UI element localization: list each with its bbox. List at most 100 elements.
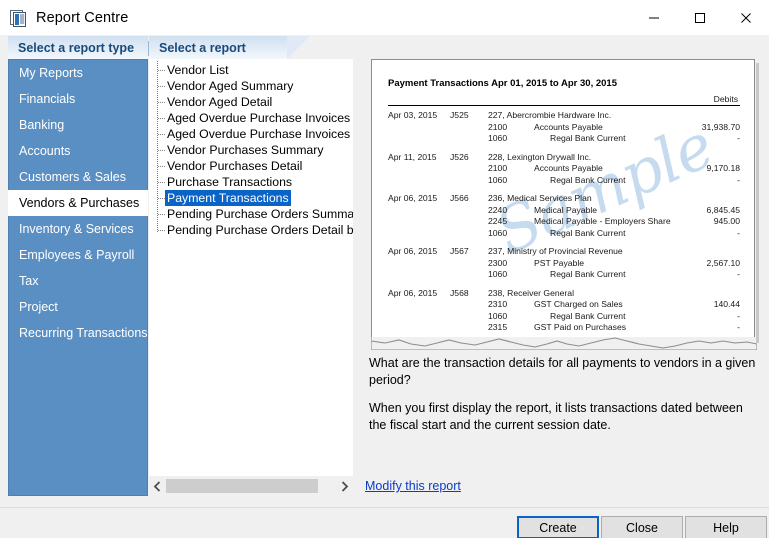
account-number: 2100	[488, 122, 534, 134]
account-name: PST Payable	[534, 258, 674, 270]
window-title: Report Centre	[36, 10, 128, 26]
transaction-header-row: Apr 03, 2015J525227, Abercrombie Hardwar…	[388, 110, 740, 122]
tree-branch-icon	[158, 182, 165, 183]
report-list-item[interactable]: Vendor Purchases Detail	[149, 158, 353, 174]
report-list-item[interactable]: Purchase Transactions	[149, 174, 353, 190]
transaction-header-row: Apr 06, 2015J567237, Ministry of Provinc…	[388, 246, 740, 258]
modify-this-report-link[interactable]: Modify this report	[365, 479, 461, 493]
transaction-block: Apr 06, 2015J567237, Ministry of Provinc…	[388, 246, 740, 281]
account-debit-amount: -	[674, 269, 740, 281]
transaction-date: Apr 06, 2015	[388, 288, 450, 300]
report-list-item[interactable]: Vendor Aged Detail	[149, 94, 353, 110]
report-list-item[interactable]: Pending Purchase Orders Summary by V	[149, 206, 353, 222]
report-transaction-list: Apr 03, 2015J525227, Abercrombie Hardwar…	[388, 110, 740, 334]
account-row-spacer	[388, 311, 488, 323]
account-line-row: 2245Medical Payable - Employers Share945…	[388, 216, 740, 228]
account-name: GST Paid on Purchases	[534, 322, 674, 334]
transaction-date: Apr 11, 2015	[388, 152, 450, 164]
sidebar-item-label: Accounts	[19, 144, 70, 158]
account-debit-amount: -	[674, 311, 740, 323]
report-tree: Vendor ListVendor Aged SummaryVendor Age…	[149, 59, 353, 238]
transaction-date: Apr 06, 2015	[388, 193, 450, 205]
sidebar-item-label: Vendors & Purchases	[19, 196, 139, 210]
header-select-report: Select a report	[149, 36, 287, 59]
transaction-vendor: 228, Lexington Drywall Inc.	[488, 152, 674, 164]
sidebar-item-accounts[interactable]: Accounts	[9, 138, 147, 164]
minimize-icon[interactable]	[631, 0, 677, 35]
sidebar-item-employees-payroll[interactable]: Employees & Payroll	[9, 242, 147, 268]
close-icon[interactable]	[723, 0, 769, 35]
help-button[interactable]: Help	[685, 516, 767, 538]
description-paragraph-1: What are the transaction details for all…	[369, 355, 759, 389]
account-row-spacer	[388, 133, 488, 145]
sidebar-item-my-reports[interactable]: My Reports	[9, 60, 147, 86]
transaction-journal-no: J525	[450, 110, 488, 122]
sidebar-item-label: Customers & Sales	[19, 170, 126, 184]
sidebar-item-banking[interactable]: Banking	[9, 112, 147, 138]
account-debit-amount: 31,938.70	[674, 122, 740, 134]
transaction-header-row: Apr 06, 2015J568238, Receiver General	[388, 288, 740, 300]
transaction-vendor: 237, Ministry of Provincial Revenue	[488, 246, 674, 258]
sidebar-item-recurring-transactions[interactable]: Recurring Transactions	[9, 320, 147, 346]
sidebar-item-project[interactable]: Project	[9, 294, 147, 320]
tree-branch-icon	[158, 118, 165, 119]
transaction-block: Apr 06, 2015J568238, Receiver General 231…	[388, 288, 740, 334]
sidebar-item-tax[interactable]: Tax	[9, 268, 147, 294]
sidebar-item-vendors-purchases[interactable]: Vendors & Purchases	[8, 190, 148, 216]
report-preview-body: Payment Transactions Apr 01, 2015 to Apr…	[372, 60, 754, 334]
transaction-header-amount-spacer	[674, 152, 740, 164]
account-debit-amount: -	[674, 175, 740, 187]
maximize-icon[interactable]	[677, 0, 723, 35]
panel-headers: Select a report type Select a report	[0, 36, 769, 59]
tree-branch-icon	[158, 70, 165, 71]
transaction-header-amount-spacer	[674, 193, 740, 205]
account-debit-amount: 945.00	[674, 216, 740, 228]
account-line-row: 1060Regal Bank Current-	[388, 175, 740, 187]
account-line-row: 1060Regal Bank Current-	[388, 133, 740, 145]
account-number: 1060	[488, 133, 534, 145]
report-list-item[interactable]: Payment Transactions	[149, 190, 353, 206]
title-bar: Report Centre	[0, 0, 769, 35]
report-type-sidebar: My ReportsFinancials Banking Accounts Custo…	[8, 59, 148, 496]
create-button[interactable]: Create	[517, 516, 599, 538]
sidebar-item-label: Project	[19, 300, 58, 314]
report-list-item[interactable]: Vendor List	[149, 62, 353, 78]
report-list-item[interactable]: Vendor Aged Summary	[149, 78, 353, 94]
account-number: 2315	[488, 322, 534, 334]
sidebar-item-label: Banking	[19, 118, 64, 132]
report-list-item[interactable]: Vendor Purchases Summary	[149, 142, 353, 158]
header-divider	[148, 41, 149, 56]
description-paragraph-2: When you first display the report, it li…	[369, 400, 759, 434]
torn-paper-edge	[371, 336, 757, 350]
tree-branch-icon	[158, 134, 165, 135]
sidebar-item-customers-sales[interactable]: Customers & Sales	[9, 164, 147, 190]
hscrollbar-thumb[interactable]	[166, 479, 318, 493]
tree-branch-icon	[158, 230, 165, 231]
button-bar: Create Close Help	[0, 508, 769, 538]
chevron-right-icon[interactable]	[336, 476, 353, 496]
sidebar-item-financials[interactable]: Financials	[9, 86, 147, 112]
account-name: Regal Bank Current	[534, 133, 674, 145]
account-line-row: 2100Accounts Payable31,938.70	[388, 122, 740, 134]
account-debit-amount: 2,567.10	[674, 258, 740, 270]
tree-branch-icon	[158, 86, 165, 87]
close-button[interactable]: Close	[601, 516, 683, 538]
account-row-spacer	[388, 269, 488, 281]
report-list-item-label: Purchase Transactions	[167, 174, 292, 190]
chevron-left-icon[interactable]	[149, 476, 166, 496]
report-list-item[interactable]: Aged Overdue Purchase Invoices Summ	[149, 110, 353, 126]
sidebar-item-inventory-services[interactable]: Inventory & Services	[9, 216, 147, 242]
report-list-item[interactable]: Pending Purchase Orders Detail by Ver	[149, 222, 353, 238]
report-list-item[interactable]: Aged Overdue Purchase Invoices Deta	[149, 126, 353, 142]
report-list-item-label: Vendor Aged Summary	[167, 78, 293, 94]
sidebar-item-label: Recurring Transactions	[19, 326, 148, 340]
hscrollbar-track[interactable]	[166, 476, 336, 496]
tree-branch-icon	[158, 166, 165, 167]
account-number: 2240	[488, 205, 534, 217]
transaction-header-row: Apr 11, 2015J526228, Lexington Drywall I…	[388, 152, 740, 164]
preview-drop-shadow	[756, 63, 759, 343]
transaction-date: Apr 06, 2015	[388, 246, 450, 258]
report-list-hscrollbar[interactable]	[149, 476, 353, 496]
tree-branch-icon	[158, 214, 165, 215]
header-select-report-type: Select a report type	[8, 36, 148, 59]
